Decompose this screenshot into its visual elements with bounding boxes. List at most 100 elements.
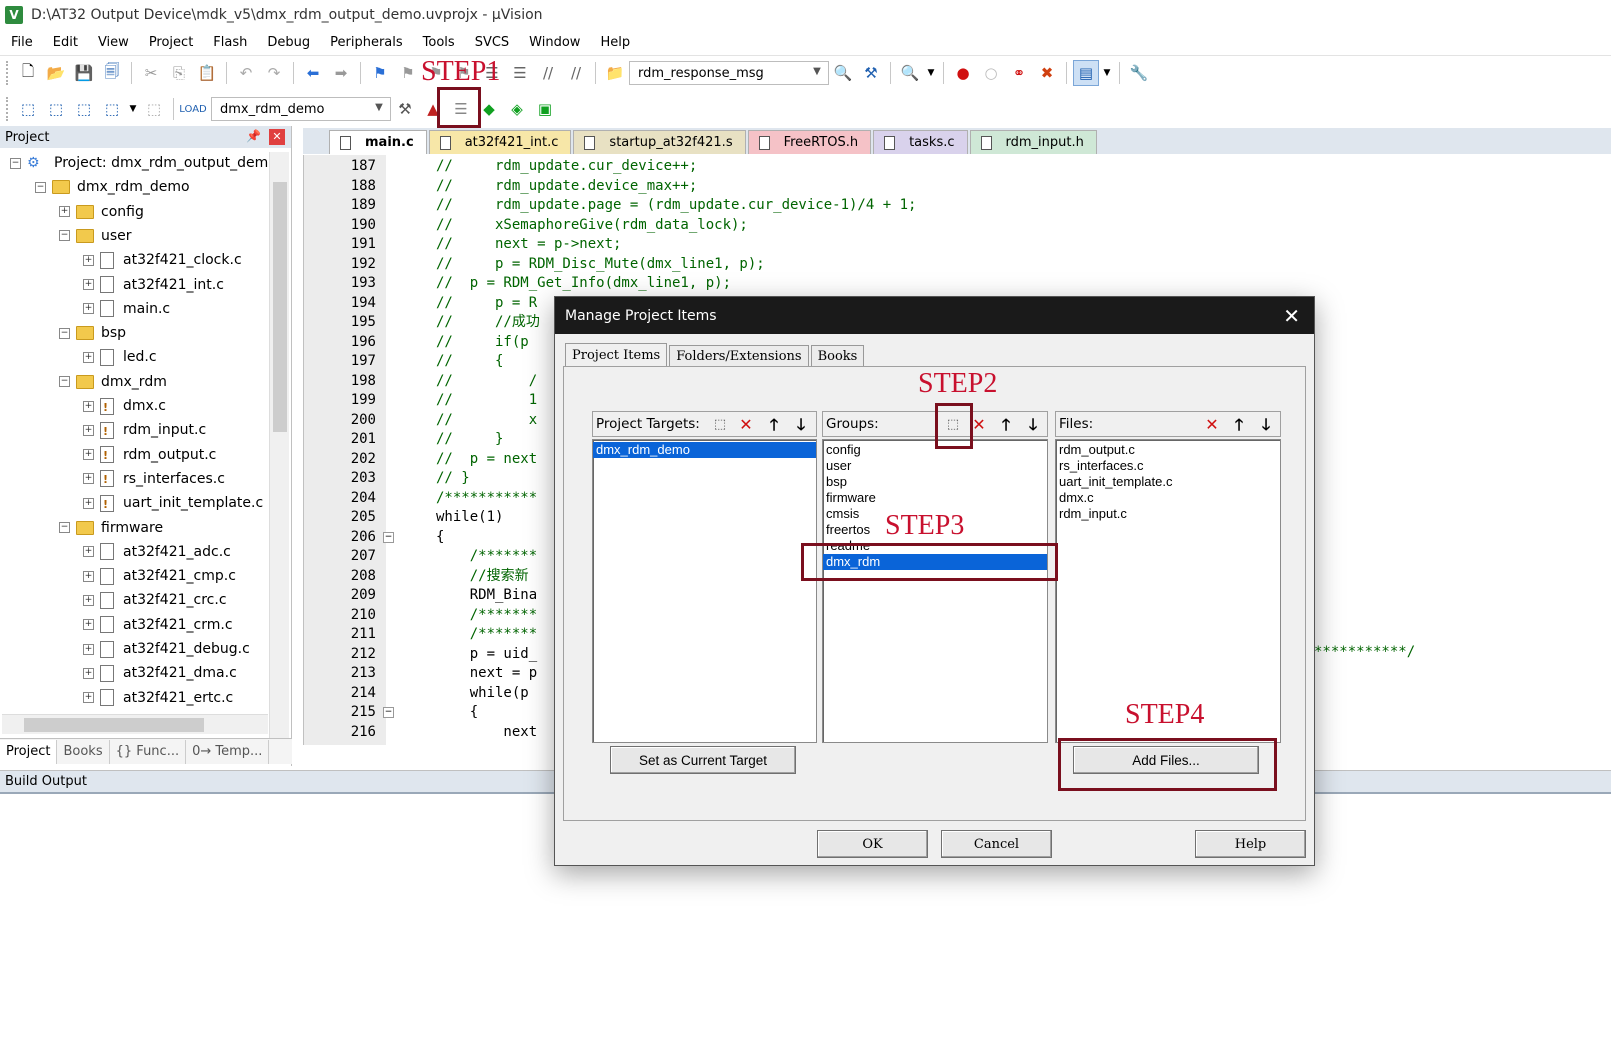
panel-tab-2[interactable]: {} Func... <box>110 739 187 764</box>
list-item[interactable]: rs_interfaces.c <box>1056 458 1280 474</box>
menu-item-view[interactable]: View <box>88 35 139 50</box>
prev-bookmark-icon[interactable]: ⚑ <box>395 60 421 86</box>
tree-expander-icon[interactable]: − <box>59 327 70 339</box>
move-up-icon[interactable]: 🡑 <box>996 415 1016 435</box>
move-up-icon[interactable]: 🡑 <box>1229 415 1249 435</box>
open-file-icon[interactable]: 📂 <box>43 60 69 86</box>
chevron-down-icon[interactable]: ▼ <box>127 96 139 122</box>
menu-item-edit[interactable]: Edit <box>43 35 88 50</box>
tree-expander-icon[interactable]: + <box>83 424 94 436</box>
tree-expander-icon[interactable]: + <box>83 497 94 509</box>
ok-button[interactable]: OK <box>817 830 928 858</box>
chevron-down-icon[interactable]: ▼ <box>1101 60 1113 86</box>
find-combo[interactable]: rdm_response_msg ▼ <box>629 61 829 85</box>
paste-icon[interactable]: 📋 <box>194 60 220 86</box>
breakpoint-icon[interactable]: ● <box>950 60 976 86</box>
delete-target-icon[interactable]: ✕ <box>736 415 756 435</box>
incremental-find-icon[interactable]: ⚒ <box>858 60 884 86</box>
menu-item-window[interactable]: Window <box>519 35 590 50</box>
dialog-tab-2[interactable]: Books <box>810 345 865 367</box>
tree-item[interactable]: + at32f421_ertc.c <box>83 686 233 710</box>
dialog-tab-0[interactable]: Project Items <box>565 343 668 367</box>
fold-toggle-icon[interactable]: − <box>383 707 394 718</box>
tree-expander-icon[interactable]: + <box>83 449 94 461</box>
tree-expander-icon[interactable]: + <box>83 667 94 679</box>
tree-item[interactable]: + rdm_output.c <box>83 443 216 467</box>
dialog-tab-1[interactable]: Folders/Extensions <box>669 345 809 367</box>
tree-expander-icon[interactable]: + <box>83 254 94 266</box>
menu-item-project[interactable]: Project <box>139 35 203 50</box>
new-file-icon[interactable]: 🗋 <box>15 60 41 86</box>
list-item[interactable]: bsp <box>823 474 1047 490</box>
tree-expander-icon[interactable]: − <box>35 181 46 193</box>
scrollbar-thumb[interactable] <box>273 182 287 432</box>
kill-all-breakpoints-icon[interactable]: ✖ <box>1034 60 1060 86</box>
bookmark-icon[interactable]: ⚑ <box>367 60 393 86</box>
copy-icon[interactable]: ⎘ <box>166 60 192 86</box>
list-item[interactable]: rdm_output.c <box>1056 442 1280 458</box>
download-icon[interactable]: LOAD <box>179 96 206 122</box>
groups-list[interactable]: config user bsp firmware cmsis freertos readme… <box>822 439 1048 743</box>
list-item[interactable]: uart_init_template.c <box>1056 474 1280 490</box>
tree-item[interactable]: + at32f421_debug.c <box>83 637 250 661</box>
move-down-icon[interactable]: 🡓 <box>1023 415 1043 435</box>
scrollbar-thumb[interactable] <box>24 718 204 732</box>
chevron-down-icon[interactable]: ▼ <box>372 102 386 116</box>
configure-icon[interactable]: 🔧 <box>1126 60 1152 86</box>
tree-item[interactable]: + at32f421_cmp.c <box>83 564 236 588</box>
editor-tab[interactable]: startup_at32f421.s <box>573 130 746 154</box>
navigate-back-icon[interactable]: ⬅ <box>300 60 326 86</box>
target-options-icon[interactable]: ⚒ <box>392 96 418 122</box>
tree-expander-icon[interactable]: − <box>10 157 21 169</box>
menu-item-file[interactable]: File <box>0 35 43 50</box>
rebuild-icon[interactable]: ⬚ <box>71 96 97 122</box>
stop-build-icon[interactable]: ⬚ <box>141 96 167 122</box>
move-up-icon[interactable]: 🡑 <box>764 415 784 435</box>
tree-item[interactable]: + at32f421_clock.c <box>83 248 242 272</box>
project-targets-list[interactable]: dmx_rdm_demo <box>592 439 817 743</box>
set-as-current-target-button[interactable]: Set as Current Target <box>610 746 796 774</box>
tree-item[interactable]: + dmx.c <box>83 394 166 418</box>
tree-item[interactable]: + at32f421_adc.c <box>83 540 231 564</box>
undo-icon[interactable]: ↶ <box>233 60 259 86</box>
panel-tab-1[interactable]: Books <box>57 739 110 764</box>
chevron-down-icon[interactable]: ▼ <box>810 66 824 80</box>
tree-expander-icon[interactable]: + <box>83 351 94 363</box>
tree-expander-icon[interactable]: − <box>59 230 70 242</box>
editor-tab[interactable]: main.c <box>329 130 427 154</box>
menu-item-peripherals[interactable]: Peripherals <box>320 35 413 50</box>
horizontal-scrollbar[interactable] <box>2 714 268 734</box>
chevron-down-icon[interactable]: ▼ <box>925 60 937 86</box>
list-item[interactable]: dmx_rdm_demo <box>593 442 816 458</box>
window-layout-icon[interactable]: ▤ <box>1073 60 1099 86</box>
pack-installer-icon[interactable]: ▣ <box>532 96 558 122</box>
select-software-packs-icon[interactable]: ◈ <box>504 96 530 122</box>
toolbar-grip[interactable] <box>6 97 10 121</box>
comment-icon[interactable]: // <box>535 60 561 86</box>
tree-expander-icon[interactable]: + <box>83 546 94 558</box>
tree-expander-icon[interactable]: + <box>83 619 94 631</box>
tree-item[interactable]: − bsp <box>59 321 126 345</box>
tree-item[interactable]: + uart_init_template.c <box>83 491 263 515</box>
tree-expander-icon[interactable]: + <box>83 303 94 315</box>
close-icon[interactable]: ✕ <box>1283 304 1300 328</box>
tree-item[interactable]: − user <box>59 224 132 248</box>
menu-item-flash[interactable]: Flash <box>203 35 257 50</box>
tree-item[interactable]: + at32f421_crc.c <box>83 588 227 612</box>
tree-item[interactable]: − dmx_rdm <box>59 370 167 394</box>
vertical-scrollbar[interactable] <box>269 152 289 740</box>
close-icon[interactable]: ✕ <box>269 129 285 145</box>
tree-item[interactable]: − ⚙ Project: dmx_rdm_output_demo <box>10 152 268 175</box>
tree-expander-icon[interactable]: − <box>59 376 70 388</box>
uncomment-icon[interactable]: // <box>563 60 589 86</box>
redo-icon[interactable]: ↷ <box>261 60 287 86</box>
panel-tab-3[interactable]: 0→ Temp... <box>186 739 270 764</box>
help-button[interactable]: Help <box>1195 830 1306 858</box>
tree-item[interactable]: + led.c <box>83 345 157 369</box>
tree-item[interactable]: + config <box>59 200 144 224</box>
save-all-icon[interactable]: 🗐 <box>99 60 125 86</box>
menu-item-help[interactable]: Help <box>590 35 640 50</box>
list-item[interactable]: dmx.c <box>1056 490 1280 506</box>
disable-all-breakpoints-icon[interactable]: ⚭ <box>1006 60 1032 86</box>
panel-tab-0[interactable]: Project <box>0 739 58 764</box>
